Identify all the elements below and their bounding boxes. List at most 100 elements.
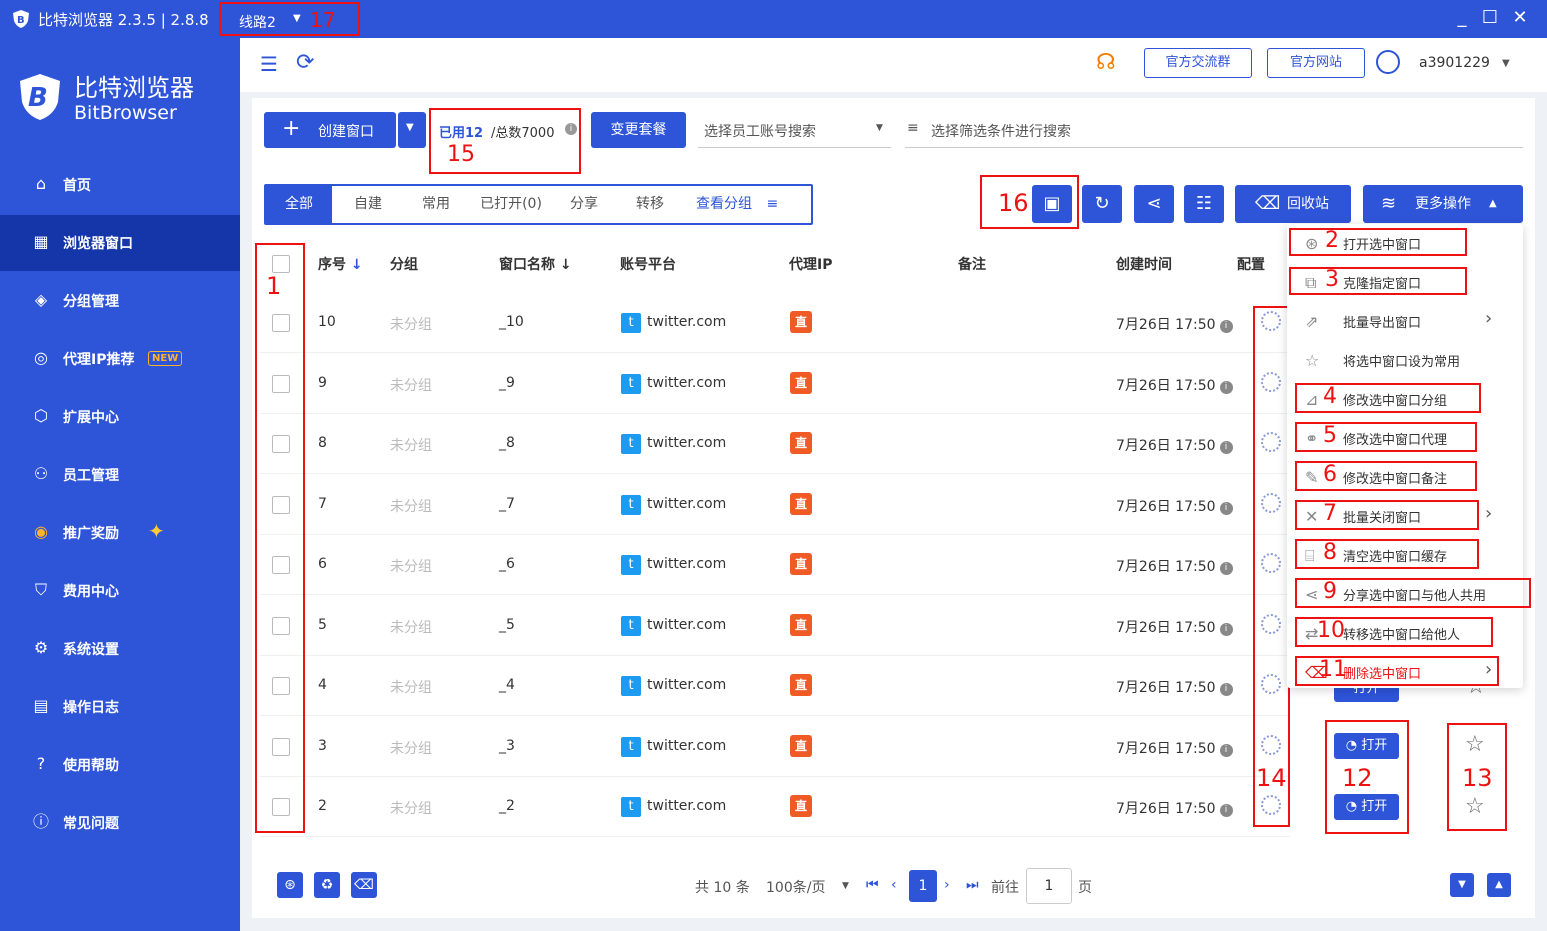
employee-search-select[interactable]: 选择员工账号搜索 ▼ — [698, 112, 891, 148]
chevron-right-icon: › — [1485, 308, 1493, 329]
table-header: 序号 ↓ 分组 窗口名称 ↓ 账号平台 代理IP 备注 创建时间 配置 — [260, 240, 1290, 286]
share-icon[interactable]: ⋖ — [1134, 185, 1174, 223]
minimize-icon[interactable]: _ — [1451, 7, 1473, 28]
maximize-icon[interactable]: ☐ — [1479, 7, 1501, 28]
menu-item-change-remark[interactable]: ✎ 6 修改选中窗口备注 — [1287, 458, 1523, 496]
recycle-icon[interactable]: ♻ — [314, 872, 340, 898]
sidebar-item-faq[interactable]: ⓘ 常见问题 — [0, 795, 240, 851]
sidebar-item-groups[interactable]: ◈ 分组管理 — [0, 273, 240, 329]
username[interactable]: a3901229 — [1419, 55, 1490, 71]
tab-common[interactable]: 常用 — [406, 186, 466, 223]
sidebar-item-logs[interactable]: ▤ 操作日志 — [0, 679, 240, 735]
tab-transfer[interactable]: 转移 — [622, 186, 678, 223]
group-chat-button[interactable]: 官方交流群 — [1144, 48, 1252, 78]
last-page-icon[interactable]: ⏭ — [966, 877, 979, 893]
annotation-16: 16 — [998, 189, 1029, 217]
table-row[interactable]: 10 未分组 _10 t twitter.com 直 7月26日 17:50 i — [260, 293, 1290, 353]
tab-shared[interactable]: 分享 — [556, 186, 612, 223]
table-row[interactable]: 4 未分组 _4 t twitter.com 直 7月26日 17:50 i — [260, 656, 1290, 716]
header-seq[interactable]: 序号 ↓ — [318, 254, 363, 274]
website-button[interactable]: 官方网站 — [1267, 48, 1365, 78]
tab-all[interactable]: 全部 — [266, 186, 332, 223]
open-button[interactable]: ◔ 打开 — [1334, 733, 1399, 759]
help-icon: ? — [36, 754, 46, 773]
save-icon[interactable]: ▣ — [1032, 185, 1072, 223]
menu-item-delete[interactable]: ⌫ 11 删除选中窗口 › — [1287, 653, 1523, 691]
scroll-up-icon[interactable]: ▲ — [1487, 873, 1511, 897]
table-row[interactable]: 6 未分组 _6 t twitter.com 直 7月26日 17:50 i — [260, 535, 1290, 595]
star-icon[interactable]: ☆ — [1465, 794, 1485, 819]
caret-down-icon[interactable]: ▼ — [842, 881, 849, 891]
create-dropdown-button[interactable]: ▼ — [398, 112, 426, 148]
annotation-14: 14 — [1256, 764, 1287, 792]
table-row[interactable]: 3 未分组 _3 t twitter.com 直 7月26日 17:50 i — [260, 717, 1290, 777]
next-page-icon[interactable]: › — [944, 877, 950, 893]
proxy-direct-badge: 直 — [790, 734, 812, 757]
info-icon[interactable]: i — [565, 123, 577, 135]
proxy-direct-badge: 直 — [790, 795, 812, 817]
star-icon[interactable]: ☆ — [1465, 732, 1485, 757]
row-seq: 4 — [318, 677, 327, 693]
recycle-bin-button[interactable]: ⌫ 回收站 — [1235, 185, 1351, 223]
row-seq: 6 — [318, 556, 327, 572]
sidebar-item-settings[interactable]: ⚙ 系统设置 — [0, 621, 240, 677]
info-icon: i — [1219, 804, 1233, 817]
table-row[interactable]: 5 未分组 _5 t twitter.com 直 7月26日 17:50 i — [260, 596, 1290, 656]
create-window-button[interactable]: + 创建窗口 — [264, 112, 396, 148]
route-selector[interactable]: 线路2 ▼ 17 — [219, 2, 360, 36]
reload-icon[interactable]: ↻ — [1082, 185, 1122, 223]
menu-item-transfer[interactable]: ⇄ 10 转移选中窗口给他人 — [1287, 614, 1523, 652]
menu-item-set-common[interactable]: ☆ 将选中窗口设为常用 — [1287, 341, 1523, 379]
sidebar-item-billing[interactable]: ⛉ 费用中心 — [0, 563, 240, 619]
tab-opened[interactable]: 已打开(0) — [472, 186, 550, 223]
table-row[interactable]: 9 未分组 _9 t twitter.com 直 7月26日 17:50 i — [260, 354, 1290, 414]
page-size-select[interactable]: 100条/页 — [766, 877, 825, 897]
menu-item-change-proxy[interactable]: ⚭ 5 修改选中窗口代理 — [1287, 419, 1523, 457]
row-created: 7月26日 17:50 i — [1116, 738, 1233, 758]
list-view-icon[interactable]: ☷ — [1184, 185, 1224, 223]
row-window-name: _4 — [499, 677, 515, 693]
home-icon: ⌂ — [35, 174, 47, 193]
tab-self-built[interactable]: 自建 — [338, 186, 398, 223]
page-1-button[interactable]: 1 — [909, 870, 937, 902]
row-created: 7月26日 17:50 i — [1116, 617, 1233, 637]
sidebar-item-proxy[interactable]: ◎ 代理IP推荐 NEW — [0, 331, 240, 387]
table-row[interactable]: 8 未分组 _8 t twitter.com 直 7月26日 17:50 i — [260, 414, 1290, 474]
sidebar-item-browser-windows[interactable]: ▦ 浏览器窗口 — [0, 215, 240, 271]
first-page-icon[interactable]: ⏮ — [866, 877, 879, 893]
proxy-direct-badge: 直 — [790, 311, 812, 333]
menu-item-export[interactable]: ⇗ 批量导出窗口 › — [1287, 302, 1523, 340]
menu-item-clone[interactable]: ⧉ 3 克隆指定窗口 — [1287, 263, 1523, 301]
change-plan-button[interactable]: 变更套餐 — [591, 112, 686, 148]
close-icon[interactable]: ✕ — [1509, 7, 1531, 28]
menu-item-close-batch[interactable]: ✕ 7 批量关闭窗口 › — [1287, 497, 1523, 535]
sidebar-item-home[interactable]: ⌂ 首页 — [0, 157, 240, 213]
trash-icon[interactable]: ⌫ — [351, 872, 377, 898]
support-headset-icon[interactable]: ☊ — [1096, 50, 1116, 75]
table-row[interactable]: 2 未分组 _2 t twitter.com 直 7月26日 17:50 i — [260, 777, 1290, 837]
menu-item-share[interactable]: ⋖ 9 分享选中窗口与他人共用 — [1287, 575, 1531, 613]
users-icon: ⚇ — [33, 464, 49, 483]
avatar-icon[interactable] — [1376, 50, 1400, 74]
menu-collapse-icon[interactable]: ☰ — [260, 52, 278, 76]
table-row[interactable]: 7 未分组 _7 t twitter.com 直 7月26日 17:50 i — [260, 475, 1290, 535]
grid-icon: ▦ — [33, 232, 49, 251]
scroll-down-icon[interactable]: ▼ — [1450, 873, 1474, 897]
prev-page-icon[interactable]: ‹ — [891, 877, 897, 893]
header-name[interactable]: 窗口名称 ↓ — [499, 254, 572, 274]
chevron-down-icon[interactable]: ▼ — [1502, 58, 1510, 69]
more-actions-button[interactable]: ≋ 更多操作 ▲ — [1363, 185, 1523, 223]
open-button[interactable]: ◔ 打开 — [1334, 794, 1399, 820]
sidebar-item-rewards[interactable]: ◉ 推广奖励 ✦ — [0, 505, 240, 561]
sidebar-item-extensions[interactable]: ⬡ 扩展中心 — [0, 389, 240, 445]
sidebar-item-help[interactable]: ? 使用帮助 — [0, 737, 240, 793]
chrome-icon[interactable]: ⊛ — [277, 872, 303, 898]
menu-item-open-selected[interactable]: ⊛ 2 打开选中窗口 — [1287, 224, 1523, 262]
tab-view-groups[interactable]: 查看分组 ≡ — [696, 186, 806, 223]
menu-item-change-group[interactable]: ⊿ 4 修改选中窗口分组 — [1287, 380, 1523, 418]
goto-page-input[interactable]: 1 — [1026, 868, 1072, 904]
filter-search-input[interactable]: ≡ 选择筛选条件进行搜索 — [905, 112, 1523, 148]
refresh-icon[interactable]: ⟳ — [296, 50, 314, 75]
sidebar-item-employees[interactable]: ⚇ 员工管理 — [0, 447, 240, 503]
menu-item-clear-cache[interactable]: ⌸ 8 清空选中窗口缓存 — [1287, 536, 1523, 574]
